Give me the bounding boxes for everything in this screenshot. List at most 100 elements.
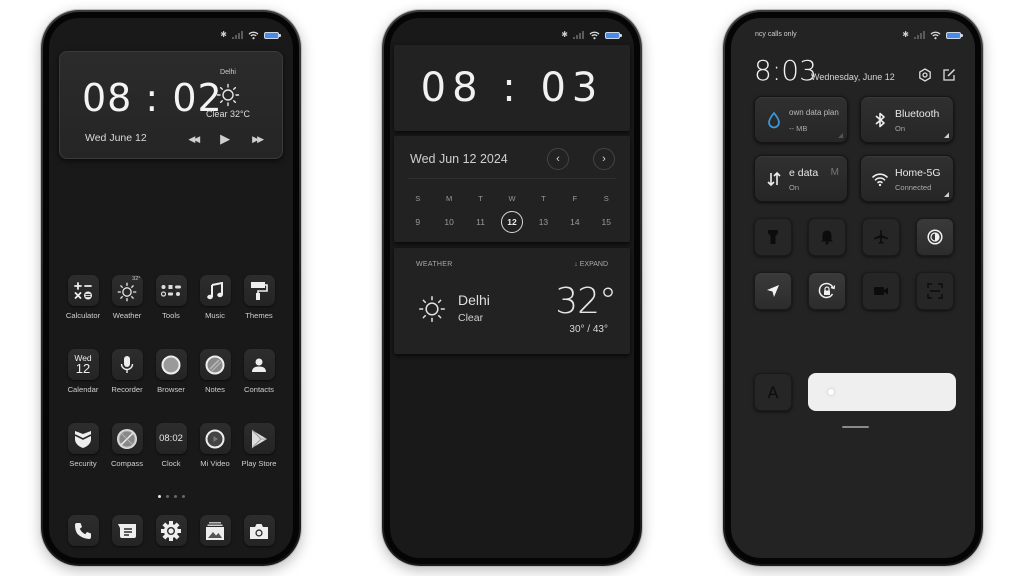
page-dot[interactable] (165, 495, 169, 498)
edit-icon[interactable] (942, 68, 956, 82)
calendar-next-button[interactable]: › (593, 148, 615, 170)
calendar-day[interactable]: 13 (528, 211, 559, 233)
app-label: Browser (157, 385, 185, 394)
tile-trailing-text: M (830, 167, 839, 178)
paint-roller-icon (243, 275, 275, 306)
page-indicator[interactable] (49, 495, 293, 498)
expand-button[interactable]: ↓ EXPAND (574, 261, 608, 268)
battery-icon (605, 31, 622, 39)
home-screen: ✱ 08 : 02 Delhi Clear 32°C Wed June 12 ◀… (49, 18, 293, 558)
widget-condition: Clear 32°C (205, 109, 251, 119)
mute-toggle[interactable] (808, 218, 846, 256)
weather-widget: WEATHER ↓ EXPAND Delhi Clear 32° 30° / 4… (394, 248, 630, 354)
mobile-data-tile[interactable]: e data M On (754, 155, 848, 202)
app-weather[interactable]: 32° Weather (105, 275, 149, 320)
app-grid: Calculator 32° Weather Tools Music Theme… (61, 275, 281, 468)
app-play-store[interactable]: Play Store (237, 423, 281, 468)
scanner-toggle[interactable] (916, 272, 954, 310)
bluetooth-tile[interactable]: Bluetooth On (860, 96, 954, 143)
calendar-day[interactable]: 14 (559, 211, 590, 233)
tile-subtitle: On (895, 124, 906, 133)
dock-gallery[interactable] (199, 515, 231, 546)
weather-city: Delhi (458, 292, 490, 308)
app-clock[interactable]: 08:02 Clock (149, 423, 193, 468)
dock-settings[interactable] (155, 515, 187, 546)
calendar-widget: Wed Jun 12 2024 ‹ › S M T W T F S 9 10 1… (394, 136, 630, 242)
battery-icon (946, 31, 963, 39)
brightness-slider[interactable] (808, 373, 956, 411)
flashlight-toggle[interactable] (754, 218, 792, 256)
play-button[interactable]: ▶ (220, 131, 230, 147)
app-music[interactable]: Music (193, 275, 237, 320)
next-track-button[interactable]: ▶▶ (252, 134, 264, 145)
screen-record-toggle[interactable] (862, 272, 900, 310)
phone-control-center: ncy calls only ✱ 8:03 Wednesday, June 12… (723, 10, 983, 566)
tile-title: e data (789, 167, 819, 179)
expand-corner (944, 133, 949, 138)
rotation-lock-toggle[interactable] (808, 272, 846, 310)
dark-mode-toggle[interactable] (916, 218, 954, 256)
app-label: Calendar (67, 385, 99, 394)
contrast-icon (927, 229, 943, 245)
page-dot[interactable] (181, 495, 185, 498)
app-security[interactable]: Security (61, 423, 105, 468)
app-label: Calculator (65, 311, 101, 320)
page-dot[interactable] (157, 495, 161, 498)
app-label: Notes (205, 385, 225, 394)
browser-icon (155, 349, 187, 380)
app-recorder[interactable]: Recorder (105, 349, 149, 394)
app-browser[interactable]: Browser (149, 349, 193, 394)
weekday: S (603, 194, 609, 203)
weather-badge: 32° (132, 276, 141, 282)
wifi-icon (248, 31, 259, 39)
signal-icon (914, 31, 925, 39)
previous-track-button[interactable]: ◀◀ (188, 134, 200, 145)
tile-subtitle: On (789, 183, 800, 192)
music-note-icon (199, 275, 231, 306)
calendar-day-selected[interactable]: 12 (496, 211, 527, 233)
weekday: T (541, 194, 546, 203)
clock-weather-widget[interactable]: 08 : 02 Delhi Clear 32°C Wed June 12 ◀◀ … (59, 51, 283, 159)
brightness-slider-thumb[interactable] (828, 389, 834, 395)
calendar-day[interactable]: 10 (433, 211, 464, 233)
app-label: Security (69, 459, 97, 468)
app-label: Contacts (244, 385, 274, 394)
calendar-day[interactable]: 9 (402, 211, 433, 233)
calendar-icon: Wed 12 (67, 349, 99, 380)
dock-phone[interactable] (67, 515, 99, 546)
app-notes[interactable]: Notes (193, 349, 237, 394)
signal-icon (573, 31, 584, 39)
phone-bezel: ✱ 08 : 03 Wed Jun 12 2024 ‹ › S M T W T … (384, 12, 640, 564)
widgets-screen: ✱ 08 : 03 Wed Jun 12 2024 ‹ › S M T W T … (390, 18, 634, 558)
calendar-day[interactable]: 11 (465, 211, 496, 233)
app-compass[interactable]: Compass (105, 423, 149, 468)
app-themes[interactable]: Themes (237, 275, 281, 320)
wifi-icon (589, 31, 600, 39)
clock-widget[interactable]: 08 : 03 (394, 45, 630, 131)
settings-icon[interactable] (918, 68, 932, 82)
dock-camera[interactable] (243, 515, 275, 546)
carrier-text: ncy calls only (755, 31, 797, 38)
phone-home-screen: ✱ 08 : 02 Delhi Clear 32°C Wed June 12 ◀… (41, 10, 301, 566)
auto-brightness-toggle[interactable]: A (754, 373, 792, 411)
clock-time: 08 : 03 (420, 65, 604, 111)
message-icon (118, 523, 136, 538)
app-calendar[interactable]: Wed 12 Calendar (61, 349, 105, 394)
microphone-icon (111, 349, 143, 380)
data-usage-tile[interactable]: own data plan -- MB (754, 96, 848, 143)
wifi-tile[interactable]: Home-5G Connected (860, 155, 954, 202)
widget-city: Delhi (220, 69, 236, 76)
airplane-mode-toggle[interactable] (862, 218, 900, 256)
page-dot[interactable] (173, 495, 177, 498)
calendar-prev-button[interactable]: ‹ (547, 148, 569, 170)
app-calculator[interactable]: Calculator (61, 275, 105, 320)
location-toggle[interactable] (754, 272, 792, 310)
app-contacts[interactable]: Contacts (237, 349, 281, 394)
app-mi-video[interactable]: Mi Video (193, 423, 237, 468)
dock-messages[interactable] (111, 515, 143, 546)
app-tools[interactable]: Tools (149, 275, 193, 320)
calendar-day[interactable]: 15 (591, 211, 622, 233)
video-camera-icon (874, 287, 888, 295)
drag-handle[interactable] (842, 426, 869, 428)
weekday: M (446, 194, 453, 203)
